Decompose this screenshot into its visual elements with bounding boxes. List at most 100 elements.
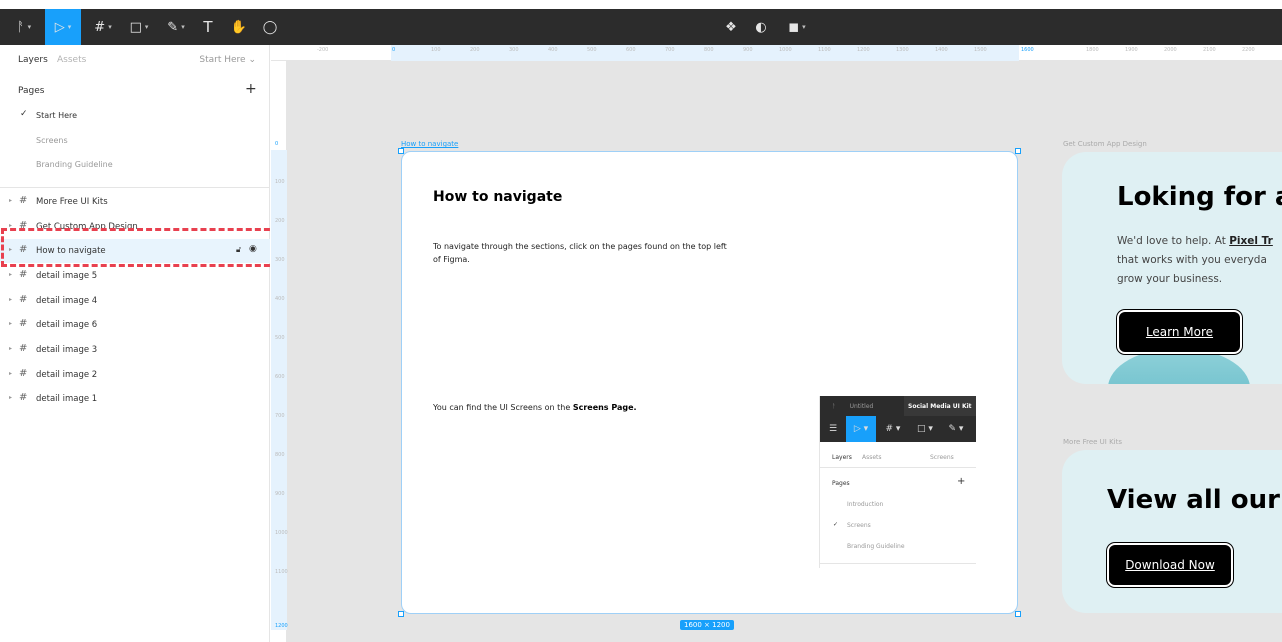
card-text-brand: Pixel Tr [1229,235,1273,247]
layer-item[interactable]: ▸ # More Free UI Kits [0,190,270,214]
component-button[interactable]: ❖ [721,9,741,45]
hand-tool-button[interactable]: ✋ [228,9,250,45]
frame-title-custom-app[interactable]: Get Custom App Design [1063,140,1147,148]
mini-assets-tab: Assets [862,454,882,461]
page-select-label: Start Here [199,55,246,65]
expand-arrow-icon[interactable]: ▸ [9,345,12,352]
frame-icon: # [19,195,28,206]
expand-arrow-icon[interactable]: ▸ [9,246,12,253]
page-item-branding-guideline[interactable]: Branding Guideline [36,160,113,169]
how-to-navigate-frame[interactable]: How to navigate To navigate through the … [401,151,1018,614]
layer-item[interactable]: ▸ # detail image 6 [0,313,270,337]
mini-page-select: Screens [930,454,954,461]
expand-arrow-icon[interactable]: ▸ [9,394,12,401]
ruler-tick: -200 [317,47,329,53]
ruler-tick: 1800 [1086,47,1099,53]
pen-icon: ✎ ▾ [948,424,964,434]
frame-tool-button[interactable]: # ▾ [88,9,118,45]
chevron-down-icon: ▾ [27,23,32,31]
expand-arrow-icon[interactable]: ▸ [9,296,12,303]
mini-tab-label: Untitled [849,402,874,410]
text-tool-button[interactable]: T [198,9,218,45]
screens-page-text: You can find the UI Screens on the Scree… [433,403,637,412]
layer-item[interactable]: ▸ # detail image 2 [0,363,270,387]
left-ruler: 0 100 200 300 400 500 600 700 800 900 10… [271,61,288,642]
ruler-tick: 2000 [1164,47,1177,53]
ruler-tick: 500 [587,47,597,53]
rectangle-icon: □ ▾ [917,424,933,434]
mini-page-item: Introduction [847,501,884,508]
chevron-down-icon: ▾ [181,23,185,31]
frame-heading: How to navigate [433,189,563,205]
resize-handle[interactable] [1015,148,1021,154]
ruler-tick: 400 [548,47,558,53]
expand-arrow-icon[interactable]: ▸ [9,320,12,327]
mini-divider [820,467,976,468]
main-menu-button[interactable]: ᚨ ▾ [6,9,42,45]
expand-arrow-icon[interactable]: ▸ [9,222,12,229]
rectangle-icon: □ [129,19,142,35]
ruler-tick: 100 [275,179,285,185]
free-ui-kits-card[interactable]: View all our F Download Now [1062,450,1282,613]
layer-item[interactable]: ▸ # detail image 1 [0,387,270,411]
mini-figma-screenshot: ᚨ Untitled Social Media UI Kit ☰ ▷ ▾ # ▾ … [819,396,976,568]
layer-label: More Free UI Kits [36,197,108,207]
layer-label: detail image 1 [36,394,98,404]
tab-layers[interactable]: Layers [18,55,48,65]
expand-arrow-icon[interactable]: ▸ [9,271,12,278]
layer-item[interactable]: ▸ # detail image 3 [0,338,270,362]
page-item-screens[interactable]: Screens [36,136,68,145]
add-page-button[interactable]: + [245,81,257,97]
component-icon: ❖ [725,19,737,35]
text-icon: T [203,18,213,36]
layer-label: detail image 3 [36,345,98,355]
contrast-icon: ◐ [755,19,767,35]
move-tool-button[interactable]: ▷ ▾ [45,9,81,45]
canvas[interactable]: -200 0 100 200 300 400 500 600 700 800 9… [271,45,1282,642]
layer-item-selected[interactable]: ▸ # How to navigate 🔓︎ ◉ [0,239,270,263]
card-heading: Loking for a [1117,182,1282,212]
learn-more-button[interactable]: Learn More [1117,310,1242,354]
contrast-button[interactable]: ◐ [751,9,771,45]
panel-tabs: Layers Assets Start Here ⌄ [0,45,270,75]
window-top-strip [0,0,1282,9]
tab-assets[interactable]: Assets [57,55,86,65]
ruler-tick: 900 [743,47,753,53]
layer-label: Get Custom App Design [36,222,138,232]
frame-title-how-to-navigate[interactable]: How to navigate [401,140,458,148]
shape-tool-button[interactable]: □ ▾ [124,9,154,45]
resize-handle[interactable] [398,148,404,154]
ruler-tick: 1100 [275,569,288,575]
frame-title-free-kits[interactable]: More Free UI Kits [1063,438,1122,446]
download-now-button[interactable]: Download Now [1107,543,1233,587]
page-item-start-here[interactable]: Start Here [36,111,77,120]
page-select[interactable]: Start Here ⌄ [199,55,256,65]
ruler-tick: 1100 [818,47,831,53]
ruler-tick: 1500 [974,47,987,53]
comment-tool-button[interactable]: ◯ [259,9,281,45]
mini-page-item: Screens [847,522,871,529]
unlock-icon[interactable]: 🔓︎ [236,245,241,255]
frame-icon: # [19,392,28,403]
chevron-down-icon: ▾ [108,23,112,31]
pen-tool-button[interactable]: ✎ ▾ [161,9,191,45]
resize-handle[interactable] [1015,611,1021,617]
eye-icon[interactable]: ◉ [249,244,257,254]
mini-tab-social-media: Social Media UI Kit [904,396,976,416]
layer-item[interactable]: ▸ # Get Custom App Design [0,215,270,239]
ruler-tick: 700 [665,47,675,53]
resize-handle[interactable] [398,611,404,617]
navigation-instructions: To navigate through the sections, click … [433,242,727,264]
custom-app-design-card[interactable]: Loking for a We'd love to help. At Pixel… [1062,152,1282,384]
ruler-tick: 700 [275,413,285,419]
boolean-button[interactable]: ◼ ▾ [782,9,812,45]
expand-arrow-icon[interactable]: ▸ [9,197,12,204]
ruler-tick: 600 [275,374,285,380]
ruler-tick: 0 [392,47,396,53]
card-text-line: grow your business. [1117,273,1223,285]
card-heading: View all our F [1107,485,1282,515]
expand-arrow-icon[interactable]: ▸ [9,370,12,377]
ruler-tick: 800 [704,47,714,53]
layer-item[interactable]: ▸ # detail image 4 [0,289,270,313]
layer-item[interactable]: ▸ # detail image 5 [0,264,270,288]
